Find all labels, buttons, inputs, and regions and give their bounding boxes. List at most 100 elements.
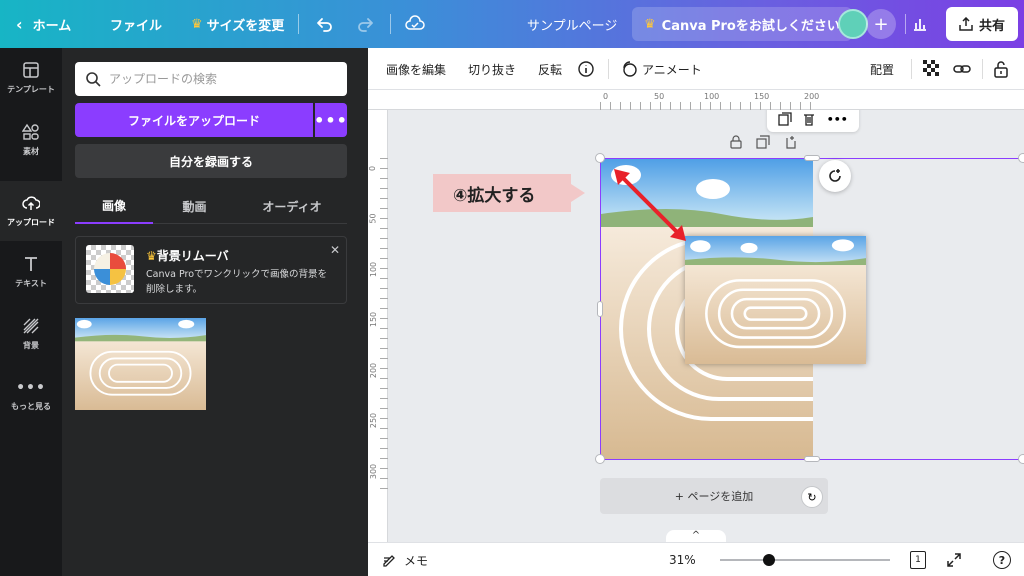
crown-icon: ♛ <box>146 249 157 263</box>
zoom-level[interactable]: 31% <box>669 543 696 576</box>
resize-handle-top[interactable] <box>804 155 820 161</box>
more-icon: ••• <box>314 110 348 130</box>
add-page-button[interactable]: + ページを追加 <box>600 478 828 514</box>
lock-button[interactable] <box>993 48 1009 90</box>
search-icon <box>86 72 101 87</box>
resize-label: サイズを変更 <box>206 18 285 34</box>
lock-icon[interactable] <box>730 135 742 149</box>
unlock-icon <box>994 61 1008 78</box>
animate-label: アニメート <box>642 62 702 77</box>
track-image <box>75 318 206 410</box>
background-remover-card[interactable]: ♛背景リムーバ Canva Proでワンクリックで画像の背景を削除します。 ✕ <box>75 236 347 304</box>
crop-label: 切り抜き <box>468 62 517 77</box>
record-label: 自分を録画する <box>168 154 253 169</box>
more-icon[interactable]: ••• <box>827 113 848 126</box>
rail-label: もっと見る <box>11 402 51 411</box>
add-collaborator-button[interactable]: + <box>866 9 896 39</box>
cloud-save-status[interactable] <box>405 0 425 48</box>
rail-item-more[interactable]: ••• もっと見る <box>0 366 62 426</box>
ruler-tick: 0 <box>368 165 378 172</box>
notes-label: メモ <box>404 553 429 568</box>
rail-item-uploads[interactable]: アップロード <box>0 181 62 241</box>
animate-icon <box>623 61 637 77</box>
record-yourself-button[interactable]: 自分を録画する <box>75 144 347 178</box>
ruler-tick: 100 <box>369 261 379 278</box>
page-title[interactable]: サンプルページ <box>527 0 617 48</box>
ruler-top: 0 50 100 150 200 <box>390 90 1024 110</box>
insights-button[interactable] <box>912 0 928 48</box>
page-count-button[interactable]: 1 <box>910 543 926 576</box>
copy-icon[interactable] <box>756 135 770 149</box>
position-button[interactable]: 配置 <box>870 48 894 90</box>
edit-image-button[interactable]: 画像を編集 <box>386 48 446 90</box>
resize-handle-bottom-right[interactable] <box>1018 454 1024 464</box>
duplicate-page-icon[interactable] <box>778 112 792 126</box>
notes-icon <box>383 555 395 567</box>
bg-remover-title-row: ♛背景リムーバ <box>146 247 229 264</box>
track-image <box>685 236 866 364</box>
rail-item-background[interactable]: 背景 <box>0 304 62 364</box>
rotate-button[interactable] <box>819 160 851 192</box>
transparency-button[interactable] <box>923 48 941 90</box>
uploaded-image-thumbnail[interactable] <box>75 318 206 410</box>
rail-label: アップロード <box>7 218 55 227</box>
link-button[interactable] <box>953 48 971 90</box>
undo-button[interactable] <box>316 0 334 48</box>
refresh-button[interactable]: ↻ <box>801 486 823 508</box>
tab-videos[interactable]: 動画 <box>157 188 232 224</box>
home-button[interactable]: ‹ ホーム <box>16 0 71 48</box>
upload-label: ファイルをアップロード <box>127 113 260 128</box>
zoom-slider-track[interactable] <box>720 559 890 561</box>
selected-image[interactable] <box>685 236 866 364</box>
resize-handle-top-left[interactable] <box>595 153 605 163</box>
page-navigator-toggle[interactable]: ^ <box>666 530 726 542</box>
animate-button[interactable]: アニメート <box>621 48 702 90</box>
plus-icon: + <box>873 13 889 35</box>
zoom-value: 31% <box>669 553 696 567</box>
crop-button[interactable]: 切り抜き <box>468 48 516 90</box>
rail-item-templates[interactable]: テンプレート <box>0 48 62 108</box>
tab-audio[interactable]: オーディオ <box>242 188 342 224</box>
left-rail: テンプレート 素材 アップロード テキスト 背景 ••• もっと見る <box>0 48 62 576</box>
resize-handle-top-right[interactable] <box>1018 153 1024 163</box>
tab-images[interactable]: 画像 <box>75 188 153 224</box>
resize-handle-bottom-left[interactable] <box>595 454 605 464</box>
help-button[interactable]: ? <box>993 543 1011 576</box>
file-menu[interactable]: ファイル <box>110 0 162 48</box>
bottom-bar: メモ 31% 1 ? <box>368 542 1024 576</box>
upload-more-button[interactable]: ••• <box>314 103 348 137</box>
rail-item-text[interactable]: テキスト <box>0 242 62 302</box>
share-upload-icon <box>959 17 973 31</box>
redo-button[interactable] <box>356 0 374 48</box>
rail-label: 素材 <box>23 147 39 156</box>
fullscreen-button[interactable] <box>946 543 962 576</box>
zoom-slider-handle[interactable] <box>763 554 775 566</box>
cloud-upload-icon <box>22 196 40 210</box>
floating-toolbar: ••• <box>767 110 859 132</box>
flip-button[interactable]: 反転 <box>538 48 562 90</box>
info-button[interactable] <box>578 48 594 90</box>
pro-label: Canva Proをお試しください <box>661 18 840 34</box>
avatar[interactable] <box>838 9 868 39</box>
rail-item-elements[interactable]: 素材 <box>0 110 62 170</box>
resize-handle-bottom[interactable] <box>804 456 820 462</box>
trash-icon[interactable] <box>802 112 816 126</box>
canvas-area[interactable]: ••• ④拡大する + ページを追加 ↻ ^ <box>390 110 1024 542</box>
rail-label: 背景 <box>23 341 39 350</box>
search-input[interactable] <box>109 72 329 86</box>
add-page-icon[interactable] <box>784 135 798 149</box>
search-box[interactable] <box>75 62 347 96</box>
share-button[interactable]: 共有 <box>946 7 1018 41</box>
close-icon[interactable]: ✕ <box>330 243 340 257</box>
notes-button[interactable]: メモ <box>382 543 428 576</box>
ruler-tick: 50 <box>368 213 378 224</box>
beach-ball-icon <box>94 253 126 285</box>
instruction-callout: ④拡大する <box>433 174 585 212</box>
upload-file-button[interactable]: ファイルをアップロード <box>75 103 313 137</box>
edit-image-label: 画像を編集 <box>386 62 447 77</box>
resize-button[interactable]: ♛ サイズを変更 <box>191 0 284 48</box>
resize-handle-left[interactable] <box>597 301 603 317</box>
bar-chart-icon <box>914 19 926 31</box>
canva-pro-button[interactable]: ♛ Canva Proをお試しください <box>632 7 852 41</box>
help-icon: ? <box>993 551 1011 569</box>
